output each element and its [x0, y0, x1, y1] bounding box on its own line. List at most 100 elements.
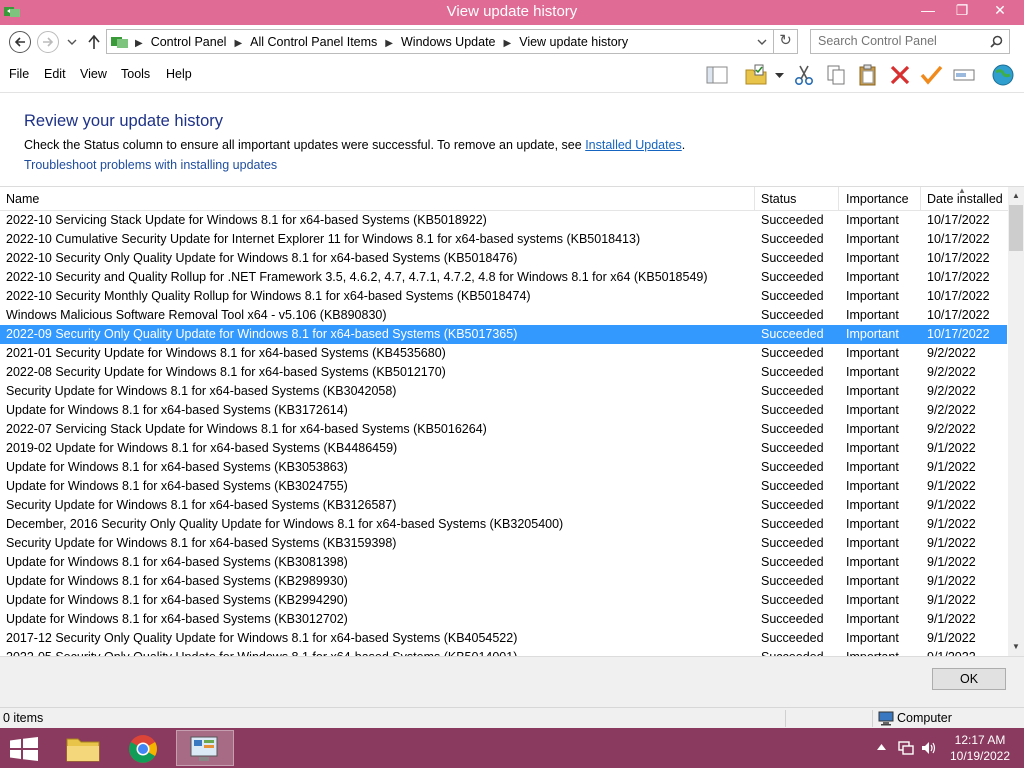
paste-icon[interactable]	[856, 63, 880, 87]
table-row[interactable]: 2022-07 Servicing Stack Update for Windo…	[0, 420, 1007, 439]
update-name: 2021-01 Security Update for Windows 8.1 …	[6, 346, 446, 360]
update-name: 2017-12 Security Only Quality Update for…	[6, 631, 518, 645]
update-date-installed: 10/17/2022	[927, 308, 990, 322]
table-row[interactable]: Security Update for Windows 8.1 for x64-…	[0, 496, 1007, 515]
table-row[interactable]: Update for Windows 8.1 for x64-based Sys…	[0, 477, 1007, 496]
menu-help[interactable]: Help	[166, 67, 192, 81]
table-row[interactable]: 2017-12 Security Only Quality Update for…	[0, 629, 1007, 648]
update-status: Succeeded	[761, 422, 824, 436]
restore-button[interactable]: ❐	[946, 0, 978, 21]
update-status: Succeeded	[761, 403, 824, 417]
minimize-button[interactable]: —	[912, 0, 944, 21]
table-row[interactable]: 2019-02 Update for Windows 8.1 for x64-b…	[0, 439, 1007, 458]
close-button[interactable]: ✕	[980, 0, 1020, 21]
breadcrumb-windows-update[interactable]: Windows Update	[401, 35, 496, 49]
ok-button[interactable]: OK	[932, 668, 1006, 690]
update-name: Security Update for Windows 8.1 for x64-…	[6, 384, 397, 398]
update-importance: Important	[846, 612, 899, 626]
address-dropdown-icon[interactable]	[757, 38, 767, 46]
table-row[interactable]: Update for Windows 8.1 for x64-based Sys…	[0, 458, 1007, 477]
properties-folder-icon[interactable]	[744, 63, 768, 87]
table-row[interactable]: 2021-01 Security Update for Windows 8.1 …	[0, 344, 1007, 363]
taskbar-control-panel[interactable]	[176, 730, 234, 766]
update-date-installed: 10/17/2022	[927, 232, 990, 246]
search-icon[interactable]	[990, 35, 1003, 48]
menu-tools[interactable]: Tools	[121, 67, 150, 81]
vertical-scrollbar[interactable]: ▲ ▼	[1008, 187, 1024, 656]
taskbar-file-explorer[interactable]	[54, 730, 112, 766]
update-date-installed: 9/2/2022	[927, 346, 976, 360]
update-status: Succeeded	[761, 574, 824, 588]
menu-edit[interactable]: Edit	[44, 67, 66, 81]
table-row[interactable]: Update for Windows 8.1 for x64-based Sys…	[0, 591, 1007, 610]
table-row[interactable]: 2022-05 Security Only Quality Update for…	[0, 648, 1007, 656]
menu-file[interactable]: File	[9, 67, 29, 81]
update-status: Succeeded	[761, 612, 824, 626]
window-title: View update history	[446, 3, 578, 20]
table-row[interactable]: 2022-09 Security Only Quality Update for…	[0, 325, 1007, 344]
taskbar-clock[interactable]: 12:17 AM 10/19/2022	[940, 732, 1020, 764]
menu-view[interactable]: View	[80, 67, 107, 81]
scroll-up-arrow-icon[interactable]: ▲	[1011, 191, 1021, 201]
address-bar[interactable]: ▶ Control Panel ▶ All Control Panel Items ▶ W…	[106, 29, 774, 54]
search-box[interactable]	[810, 29, 1010, 54]
breadcrumb-control-panel[interactable]: Control Panel	[151, 35, 227, 49]
refresh-icon: ↻	[779, 32, 792, 49]
installed-updates-link[interactable]: Installed Updates	[585, 138, 682, 152]
table-row[interactable]: Update for Windows 8.1 for x64-based Sys…	[0, 401, 1007, 420]
update-importance: Important	[846, 403, 899, 417]
breadcrumb-all-control-panel-items[interactable]: All Control Panel Items	[250, 35, 377, 49]
copy-icon[interactable]	[824, 63, 848, 87]
column-header-status[interactable]: Status	[761, 192, 796, 206]
windows-start-icon[interactable]	[10, 737, 38, 761]
scroll-thumb[interactable]	[1009, 205, 1023, 251]
checkmark-icon[interactable]	[919, 63, 943, 87]
column-header-name[interactable]: Name	[6, 192, 39, 206]
table-row[interactable]: Security Update for Windows 8.1 for x64-…	[0, 382, 1007, 401]
update-importance: Important	[846, 574, 899, 588]
search-input[interactable]	[818, 34, 983, 48]
update-date-installed: 9/1/2022	[927, 441, 976, 455]
table-row[interactable]: 2022-10 Security and Quality Rollup for …	[0, 268, 1007, 287]
update-history-table: Name Status Importance Date installed ▲ …	[0, 186, 1024, 656]
table-row[interactable]: Windows Malicious Software Removal Tool …	[0, 306, 1007, 325]
update-status: Succeeded	[761, 308, 824, 322]
table-row[interactable]: 2022-10 Servicing Stack Update for Windo…	[0, 211, 1007, 230]
update-date-installed: 9/1/2022	[927, 460, 976, 474]
table-row[interactable]: 2022-10 Security Monthly Quality Rollup …	[0, 287, 1007, 306]
update-name: Update for Windows 8.1 for x64-based Sys…	[6, 574, 348, 588]
taskbar-chrome[interactable]	[114, 730, 172, 766]
table-row[interactable]: 2022-08 Security Update for Windows 8.1 …	[0, 363, 1007, 382]
forward-button[interactable]	[37, 31, 59, 53]
rename-icon[interactable]	[952, 63, 976, 87]
table-row[interactable]: Update for Windows 8.1 for x64-based Sys…	[0, 610, 1007, 629]
update-importance: Important	[846, 308, 899, 322]
refresh-button[interactable]: ↻	[774, 29, 798, 54]
table-row[interactable]: Security Update for Windows 8.1 for x64-…	[0, 534, 1007, 553]
table-row[interactable]: 2022-10 Security Only Quality Update for…	[0, 249, 1007, 268]
table-row[interactable]: Update for Windows 8.1 for x64-based Sys…	[0, 572, 1007, 591]
update-name: 2022-10 Security Only Quality Update for…	[6, 251, 518, 265]
show-hidden-icons-icon[interactable]	[877, 744, 886, 750]
table-row[interactable]: December, 2016 Security Only Quality Upd…	[0, 515, 1007, 534]
recent-pages-chevron-icon[interactable]	[67, 38, 77, 46]
update-importance: Important	[846, 517, 899, 531]
up-arrow-icon[interactable]	[87, 34, 101, 50]
column-header-importance[interactable]: Importance	[846, 192, 909, 206]
volume-icon[interactable]	[921, 740, 937, 756]
update-name: Update for Windows 8.1 for x64-based Sys…	[6, 555, 348, 569]
views-dropdown-icon[interactable]	[775, 73, 784, 79]
cut-icon[interactable]	[792, 63, 816, 87]
update-date-installed: 10/17/2022	[927, 213, 990, 227]
network-icon[interactable]	[898, 740, 914, 756]
layout-pane-icon[interactable]	[705, 63, 729, 87]
back-button[interactable]	[9, 31, 31, 53]
status-bar: 0 items Computer	[0, 707, 1024, 728]
troubleshoot-link[interactable]: Troubleshoot problems with installing up…	[24, 158, 277, 172]
table-row[interactable]: Update for Windows 8.1 for x64-based Sys…	[0, 553, 1007, 572]
scroll-down-arrow-icon[interactable]: ▼	[1011, 642, 1021, 652]
internet-globe-icon[interactable]	[991, 63, 1015, 87]
delete-icon[interactable]	[888, 63, 912, 87]
breadcrumb-view-update-history[interactable]: View update history	[519, 35, 628, 49]
table-row[interactable]: 2022-10 Cumulative Security Update for I…	[0, 230, 1007, 249]
